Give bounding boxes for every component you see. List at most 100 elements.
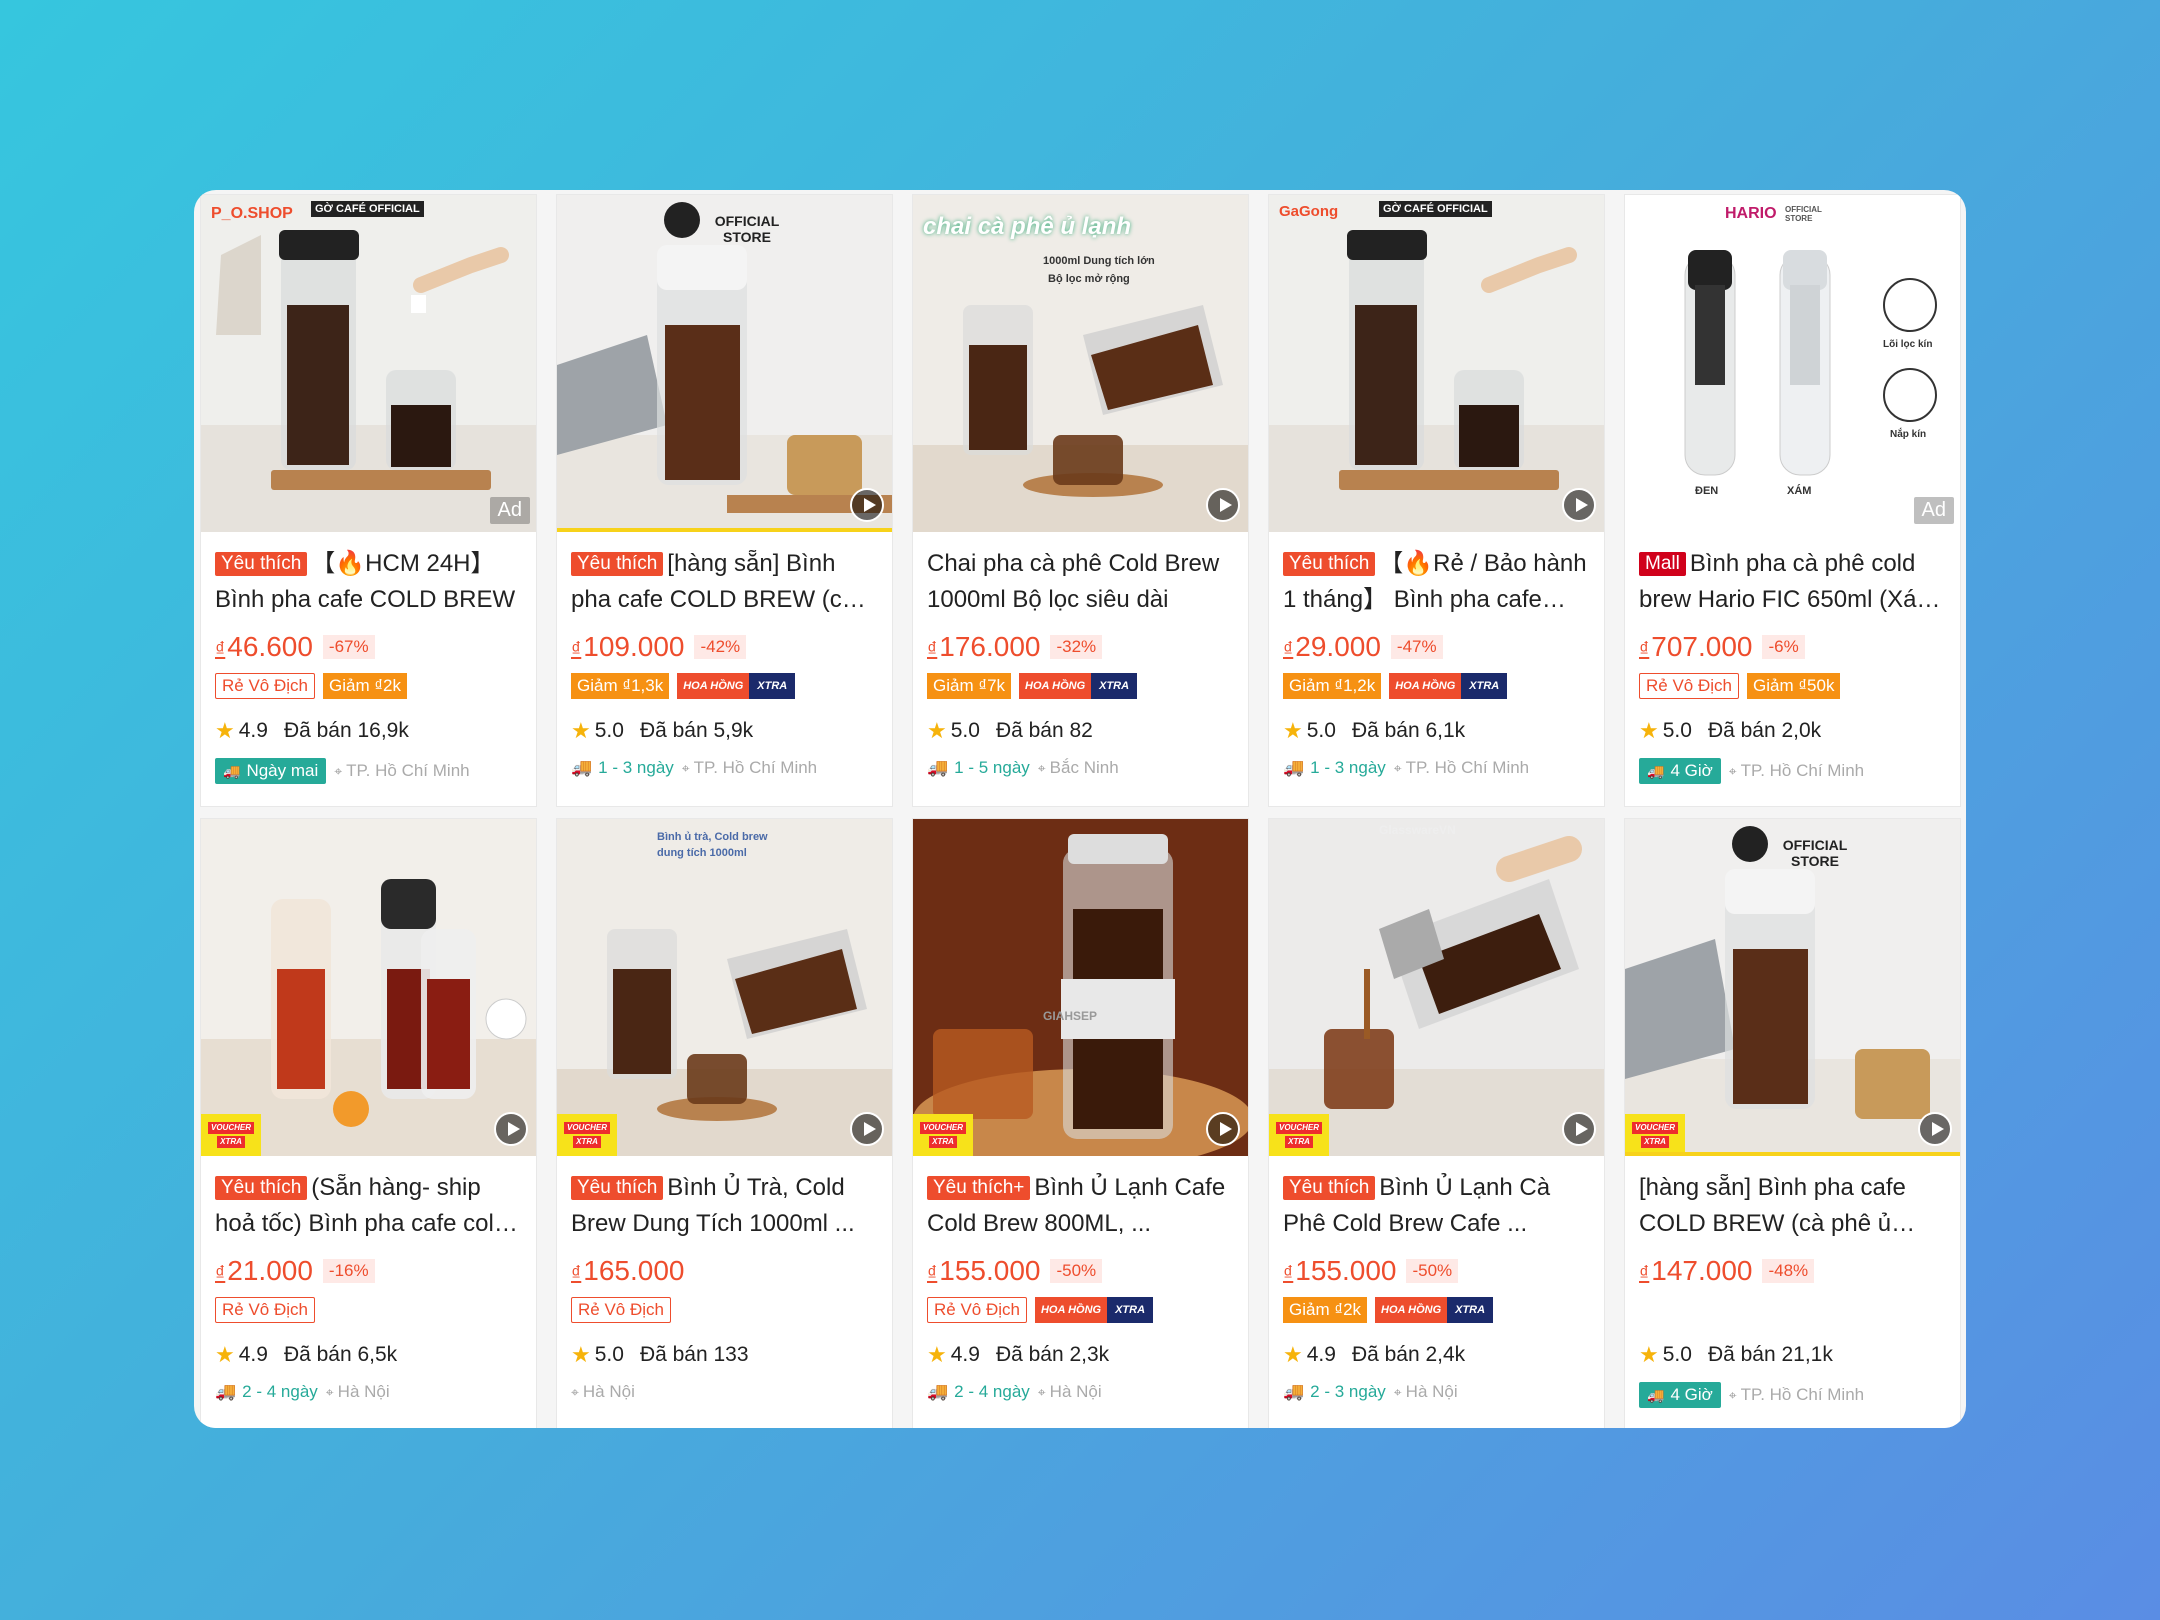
product-card[interactable]: HARIO OFFICIAL STORE Lõi lọc kín Nắp kín… — [1624, 194, 1961, 807]
shipping-time: 4 Giờ — [1670, 1385, 1713, 1404]
voucher-tag: Giảm ₫1,2k — [1283, 673, 1382, 699]
product-card[interactable]: GaGong GỜ CAFÉ OFFICIAL Yêu thích 【🔥Rẻ / … — [1268, 194, 1605, 807]
product-image[interactable]: OFFICIAL STORE — [557, 195, 892, 532]
product-title[interactable]: Mall Bình pha cà phê cold brew Hario FIC … — [1639, 546, 1946, 618]
xtra-label: XTRA — [573, 1136, 601, 1148]
shipping-time: 2 - 4 ngày — [242, 1382, 318, 1401]
sold-count: Đã bán 21,1k — [1707, 1343, 1833, 1366]
location-pin-icon: ⌖ — [571, 1383, 579, 1400]
product-card[interactable]: VOUCHER XTRA Yêu thích (Sẵn hàng- ship hoả… — [200, 818, 537, 1428]
truck-icon: 🚚 — [1647, 762, 1665, 779]
product-title[interactable]: Yêu thích 【🔥Rẻ / Bảo hành 1 tháng】 Bình p… — [1283, 546, 1590, 618]
xtra-label: XTRA — [1091, 673, 1138, 699]
play-icon[interactable] — [494, 1112, 528, 1146]
product-image[interactable]: Bình ủ trà, Cold brew dung tích 1000ml V… — [557, 819, 892, 1156]
product-title[interactable]: Yêu thích+ Bình Ủ Lạnh Cafe Cold Brew 800… — [927, 1170, 1234, 1242]
product-price: ₫109.000 — [571, 631, 684, 663]
play-icon[interactable] — [1918, 1112, 1952, 1146]
shipping-estimate: 🚚 1 - 3 ngày — [1283, 758, 1386, 778]
xtra-label: XTRA — [1461, 673, 1508, 699]
shipping-time: 1 - 5 ngày — [954, 758, 1030, 777]
product-image[interactable]: HARIO OFFICIAL STORE Lõi lọc kín Nắp kín… — [1625, 195, 1960, 532]
product-image[interactable]: GIAHSEP VOUCHER XTRA — [913, 819, 1248, 1156]
voucher-label: VOUCHER — [919, 1122, 966, 1134]
promo-tag: Rẻ Vô Địch — [215, 673, 315, 699]
xtra-label: XTRA — [1447, 1297, 1494, 1323]
product-card[interactable]: GlasswareVN VOUCHER XTRA Yêu thích Bình Ủ … — [1268, 818, 1605, 1428]
location-text: TP. Hồ Chí Minh — [1740, 761, 1865, 780]
product-image[interactable]: GaGong GỜ CAFÉ OFFICIAL — [1269, 195, 1604, 532]
color-label: XÁM — [1787, 485, 1812, 497]
location-pin-icon: ⌖ — [681, 759, 690, 776]
discount-badge: -32% — [1050, 635, 1103, 659]
location-pin-icon: ⌖ — [1037, 1383, 1046, 1400]
product-card[interactable]: OFFICIAL STORE Yêu thích [hàng sẵn] Bình … — [556, 194, 893, 807]
rating-value: 5.0 — [594, 1343, 624, 1366]
product-photo — [1625, 195, 1960, 532]
color-label: ĐEN — [1695, 485, 1719, 497]
rating-value: 5.0 — [950, 719, 980, 742]
star-icon: ★ — [571, 1342, 591, 1367]
product-card[interactable]: P_O.SHOP GỜ CAFÉ OFFICIAL Ad Yêu thích 【🔥… — [200, 194, 537, 807]
play-icon[interactable] — [1562, 1112, 1596, 1146]
product-card[interactable]: chai cà phê ủ lạnh 1000ml Dung tích lớn … — [912, 194, 1249, 807]
currency-symbol: ₫ — [1639, 1263, 1650, 1285]
sold-count: Đã bán 2,4k — [1351, 1343, 1466, 1366]
rating-value: 4.9 — [950, 1343, 980, 1366]
product-image[interactable]: OFFICIAL STORE VOUCHER XTRA — [1625, 819, 1960, 1156]
xtra-label: XTRA — [1641, 1136, 1669, 1148]
commission-badge: HOA HỒNG XTRA — [677, 673, 796, 699]
product-title[interactable]: Yêu thích 【🔥HCM 24H】 Bình pha cafe COLD B… — [215, 546, 522, 618]
discount-badge: -50% — [1050, 1259, 1103, 1283]
favorite-plus-badge: Yêu thích+ — [927, 1176, 1031, 1200]
product-card[interactable]: GIAHSEP VOUCHER XTRA Yêu thích+ Bình Ủ Lạn… — [912, 818, 1249, 1428]
product-card[interactable]: Bình ủ trà, Cold brew dung tích 1000ml V… — [556, 818, 893, 1428]
product-title[interactable]: Yêu thích [hàng sẵn] Bình pha cafe COLD B… — [571, 546, 878, 618]
play-icon[interactable] — [1206, 1112, 1240, 1146]
store-label: OFFICIAL STORE — [714, 213, 780, 245]
product-grid-panel: P_O.SHOP GỜ CAFÉ OFFICIAL Ad Yêu thích 【🔥… — [194, 190, 1966, 1428]
favorite-badge: Yêu thích — [571, 1176, 664, 1200]
discount-badge: -67% — [322, 635, 375, 659]
favorite-badge: Yêu thích — [215, 552, 308, 576]
product-photo — [1625, 819, 1960, 1156]
product-image[interactable]: GlasswareVN VOUCHER XTRA — [1269, 819, 1604, 1156]
xtra-label: XTRA — [1285, 1136, 1313, 1148]
shipping-estimate: 🚚 2 - 4 ngày — [215, 1382, 318, 1402]
price-value: 165.000 — [583, 1255, 685, 1286]
favorite-badge: Yêu thích — [215, 1176, 308, 1200]
discount-badge: -47% — [1390, 635, 1443, 659]
price-value: 147.000 — [1651, 1255, 1753, 1286]
product-image[interactable]: VOUCHER XTRA — [201, 819, 536, 1156]
commission-badge: HOA HỒNG XTRA — [1375, 1297, 1494, 1323]
product-card[interactable]: OFFICIAL STORE VOUCHER XTRA [hàng sẵn] Bì… — [1624, 818, 1961, 1428]
truck-icon: 🚚 — [927, 758, 949, 777]
truck-icon: 🚚 — [215, 1382, 237, 1401]
location-text: Hà Nội — [337, 1382, 390, 1401]
product-title[interactable]: Chai pha cà phê Cold Brew 1000ml Bộ lọc … — [927, 546, 1234, 618]
currency-symbol: ₫ — [1283, 639, 1294, 661]
location-pin-icon: ⌖ — [334, 762, 343, 779]
play-icon[interactable] — [1206, 488, 1240, 522]
shipping-time: 4 Giờ — [1670, 761, 1713, 780]
product-photo — [201, 195, 536, 532]
star-icon: ★ — [1639, 1342, 1659, 1367]
commission-label: HOA HỒNG — [1389, 673, 1462, 699]
location-text: TP. Hồ Chí Minh — [346, 761, 470, 780]
mall-badge: Mall — [1639, 552, 1686, 576]
currency-symbol: ₫ — [215, 1263, 226, 1285]
product-photo — [557, 819, 892, 1156]
product-title[interactable]: Yêu thích Bình Ủ Lạnh Cà Phê Cold Brew Ca… — [1283, 1170, 1590, 1242]
product-image[interactable]: P_O.SHOP GỜ CAFÉ OFFICIAL Ad — [201, 195, 536, 532]
product-title[interactable]: Yêu thích (Sẵn hàng- ship hoả tốc) Bình p… — [215, 1170, 522, 1242]
product-photo — [201, 819, 536, 1156]
product-title[interactable]: [hàng sẵn] Bình pha cafe COLD BREW (cà p… — [1639, 1170, 1946, 1242]
price-value: 29.000 — [1295, 631, 1381, 662]
play-icon[interactable] — [1562, 488, 1596, 522]
play-icon[interactable] — [850, 488, 884, 522]
product-image[interactable]: chai cà phê ủ lạnh 1000ml Dung tích lớn … — [913, 195, 1248, 532]
play-icon[interactable] — [850, 1112, 884, 1146]
ad-label: Ad — [489, 497, 530, 524]
product-price: ₫176.000 — [927, 631, 1040, 663]
product-title[interactable]: Yêu thích Bình Ủ Trà, Cold Brew Dung Tích… — [571, 1170, 878, 1242]
